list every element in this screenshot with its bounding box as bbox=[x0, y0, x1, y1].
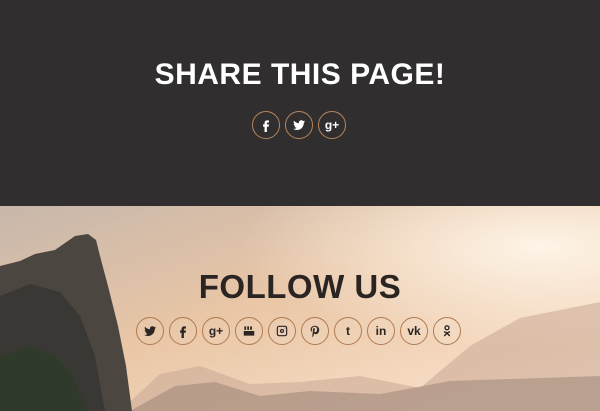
share-twitter-button[interactable] bbox=[285, 111, 313, 139]
share-icons: g+ bbox=[252, 111, 346, 139]
follow-facebook-button[interactable] bbox=[169, 317, 197, 345]
follow-icons: g+ t in vk bbox=[136, 317, 461, 345]
follow-title: FOLLOW US bbox=[198, 268, 402, 305]
odnoklassniki-icon bbox=[443, 325, 451, 337]
twitter-icon bbox=[144, 326, 156, 337]
follow-section: FOLLOW US g+ t in vk bbox=[0, 206, 600, 411]
follow-linkedin-button[interactable]: in bbox=[367, 317, 395, 345]
follow-vk-button[interactable]: vk bbox=[400, 317, 428, 345]
follow-instagram-button[interactable] bbox=[268, 317, 296, 345]
share-google-plus-button[interactable]: g+ bbox=[318, 111, 346, 139]
google-plus-icon: g+ bbox=[324, 118, 340, 132]
pinterest-icon bbox=[310, 325, 320, 338]
mountain-background-image bbox=[0, 206, 600, 411]
facebook-icon bbox=[263, 120, 269, 132]
follow-tumblr-button[interactable]: t bbox=[334, 317, 362, 345]
follow-odnoklassniki-button[interactable] bbox=[433, 317, 461, 345]
google-plus-icon: g+ bbox=[208, 324, 224, 338]
facebook-icon bbox=[180, 326, 186, 338]
follow-twitter-button[interactable] bbox=[136, 317, 164, 345]
share-facebook-button[interactable] bbox=[252, 111, 280, 139]
twitter-icon bbox=[293, 120, 305, 131]
share-title: SHARE THIS PAGE! bbox=[154, 58, 446, 91]
instagram-icon bbox=[276, 325, 288, 337]
follow-pinterest-button[interactable] bbox=[301, 317, 329, 345]
youtube-icon bbox=[243, 326, 255, 336]
follow-google-plus-button[interactable]: g+ bbox=[202, 317, 230, 345]
share-section: SHARE THIS PAGE! g+ bbox=[0, 0, 600, 206]
linkedin-icon: in bbox=[375, 324, 387, 338]
follow-youtube-button[interactable] bbox=[235, 317, 263, 345]
tumblr-icon: t bbox=[346, 324, 350, 338]
vk-icon: vk bbox=[407, 324, 421, 338]
